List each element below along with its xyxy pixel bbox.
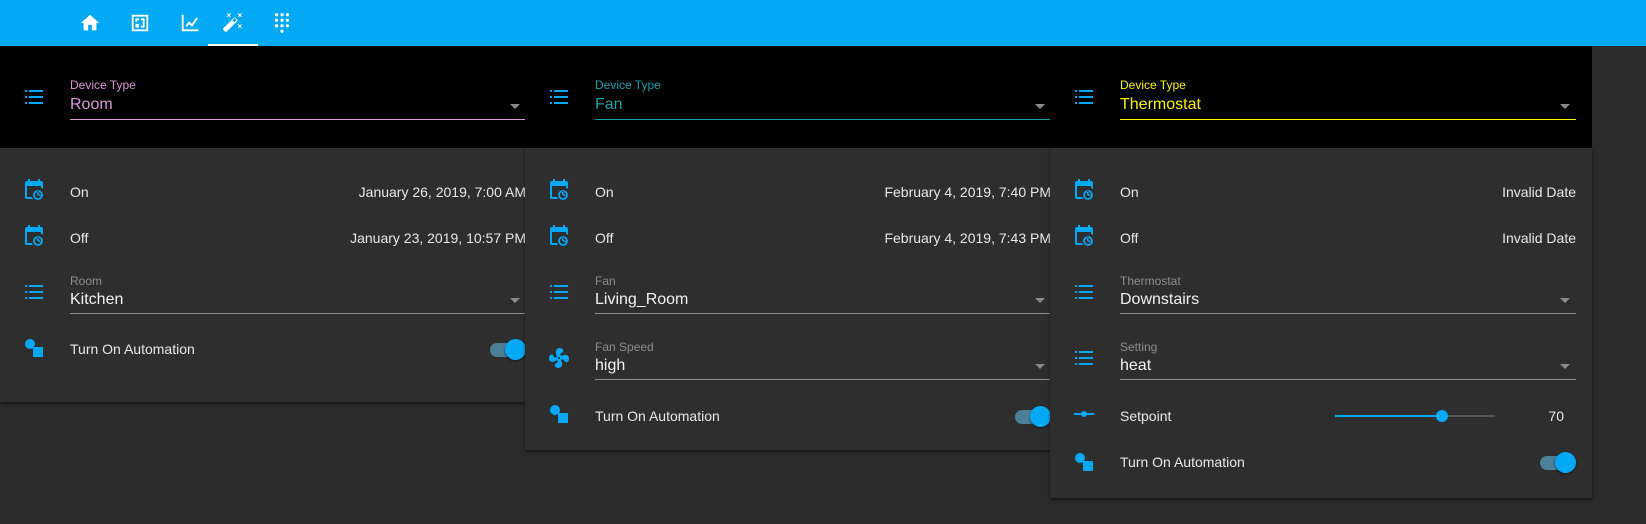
off-label: Off	[1120, 230, 1139, 246]
calendar-clock-icon	[22, 178, 46, 202]
home-icon	[80, 14, 100, 31]
device-type-underline	[70, 119, 526, 120]
room-select-label: Room	[70, 274, 103, 288]
main-content: Device Type Room On January 26, 2019, 7:…	[0, 46, 1646, 524]
list-icon	[22, 280, 46, 304]
on-time-value[interactable]: January 26, 2019, 7:00 AM	[359, 184, 526, 200]
device-type-label: Device Type	[595, 78, 661, 92]
settings-card: On Invalid Date Off Invalid Date Thermos…	[1050, 148, 1592, 498]
tab-floorplan[interactable]	[115, 0, 165, 46]
thermostat-select-label: Thermostat	[1120, 274, 1181, 288]
list-icon	[547, 280, 571, 304]
off-label: Off	[70, 230, 89, 246]
calendar-clock-icon	[1072, 178, 1096, 202]
fan-speed-label: Fan Speed	[595, 340, 654, 354]
setpoint-slider[interactable]	[1335, 406, 1495, 426]
device-type-header: Device Type Thermostat	[1050, 46, 1592, 148]
automation-label: Turn On Automation	[70, 341, 195, 357]
device-type-header: Device Type Fan	[525, 46, 1067, 148]
automation-shapes-icon	[22, 336, 46, 360]
on-time-value[interactable]: Invalid Date	[1502, 184, 1576, 200]
setting-select[interactable]: heat	[1120, 357, 1151, 375]
tab-home[interactable]	[65, 0, 115, 46]
on-time-value[interactable]: February 4, 2019, 7:40 PM	[884, 184, 1051, 200]
device-type-label: Device Type	[70, 78, 136, 92]
automation-shapes-icon	[1072, 450, 1096, 474]
list-icon	[1072, 346, 1096, 370]
slider-fill	[1335, 415, 1443, 417]
automation-toggle[interactable]	[1538, 451, 1576, 473]
tab-apps[interactable]	[257, 0, 307, 46]
automation-toggle[interactable]	[488, 338, 526, 360]
off-time-value[interactable]: January 23, 2019, 10:57 PM	[350, 230, 526, 246]
tab-automation[interactable]	[208, 0, 258, 46]
list-icon	[1072, 85, 1096, 109]
thermostat-select[interactable]: Downstairs	[1120, 291, 1199, 309]
automation-toggle[interactable]	[1013, 405, 1051, 427]
setpoint-label: Setpoint	[1120, 408, 1172, 424]
slider-thumb[interactable]	[1436, 410, 1449, 422]
room-select-underline	[70, 313, 526, 314]
setting-select-underline	[1120, 379, 1576, 380]
top-toolbar	[0, 0, 1646, 46]
calendar-clock-icon	[22, 224, 46, 248]
calendar-clock-icon	[1072, 224, 1096, 248]
automation-shapes-icon	[547, 402, 571, 426]
off-time-value[interactable]: February 4, 2019, 7:43 PM	[884, 230, 1051, 246]
off-time-value[interactable]: Invalid Date	[1502, 230, 1576, 246]
column-room: Device Type Room On January 26, 2019, 7:…	[0, 46, 542, 402]
device-type-underline	[595, 119, 1051, 120]
automation-label: Turn On Automation	[595, 408, 720, 424]
device-type-select[interactable]: Thermostat	[1120, 96, 1201, 114]
fan-speed-underline	[595, 379, 1051, 380]
chevron-down-icon[interactable]	[1035, 364, 1045, 369]
floorplan-icon	[131, 14, 149, 32]
chevron-down-icon[interactable]	[1035, 104, 1045, 109]
device-type-label: Device Type	[1120, 78, 1186, 92]
ray-vertex-icon	[1072, 402, 1096, 426]
settings-card: On January 26, 2019, 7:00 AM Off January…	[0, 148, 542, 402]
chevron-down-icon[interactable]	[1560, 298, 1570, 303]
setting-select-label: Setting	[1120, 340, 1158, 354]
column-fan: Device Type Fan On February 4, 2019, 7:4…	[525, 46, 1067, 450]
magic-wand-icon	[222, 12, 243, 33]
list-icon	[547, 85, 571, 109]
fan-icon	[547, 346, 571, 370]
chart-line-icon	[181, 14, 199, 32]
column-thermostat: Device Type Thermostat On Invalid Date O…	[1050, 46, 1592, 498]
calendar-clock-icon	[547, 178, 571, 202]
list-icon	[22, 85, 46, 109]
on-label: On	[70, 184, 89, 200]
chevron-down-icon[interactable]	[510, 298, 520, 303]
device-type-select[interactable]: Room	[70, 96, 113, 114]
on-label: On	[595, 184, 614, 200]
fan-select-label: Fan	[595, 274, 616, 288]
chevron-down-icon[interactable]	[1560, 364, 1570, 369]
list-icon	[1072, 280, 1096, 304]
off-label: Off	[595, 230, 614, 246]
device-type-select[interactable]: Fan	[595, 96, 623, 114]
settings-card: On February 4, 2019, 7:40 PM Off Februar…	[525, 148, 1067, 450]
setpoint-value: 70	[1548, 408, 1564, 424]
dialpad-icon	[274, 13, 290, 33]
thermostat-select-underline	[1120, 313, 1576, 314]
device-type-header: Device Type Room	[0, 46, 542, 148]
on-label: On	[1120, 184, 1139, 200]
chevron-down-icon[interactable]	[510, 104, 520, 109]
fan-speed-select[interactable]: high	[595, 357, 625, 375]
automation-label: Turn On Automation	[1120, 454, 1245, 470]
room-select[interactable]: Kitchen	[70, 291, 123, 309]
chevron-down-icon[interactable]	[1560, 104, 1570, 109]
device-type-underline	[1120, 119, 1576, 120]
fan-select[interactable]: Living_Room	[595, 291, 688, 309]
calendar-clock-icon	[547, 224, 571, 248]
fan-select-underline	[595, 313, 1051, 314]
chevron-down-icon[interactable]	[1035, 298, 1045, 303]
